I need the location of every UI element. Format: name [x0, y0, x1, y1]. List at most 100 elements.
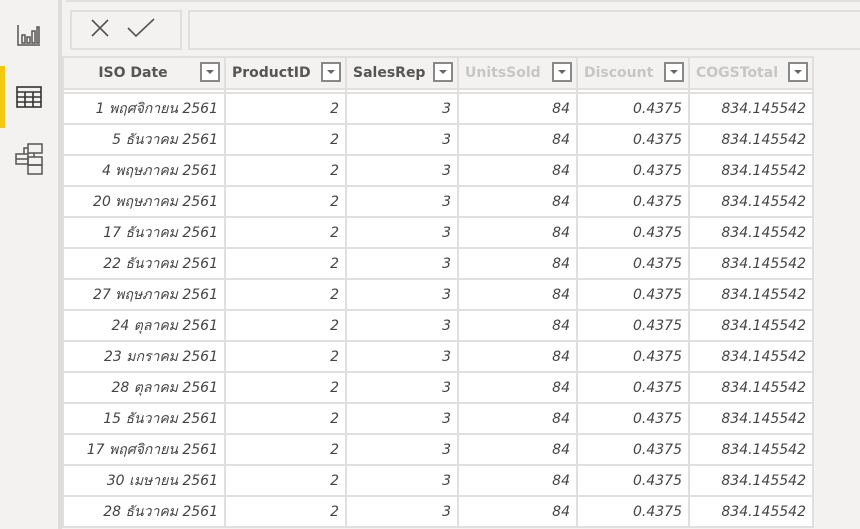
cell-productid[interactable]: 2 [224, 92, 347, 125]
cell-unitssold[interactable]: 84 [457, 433, 578, 466]
cell-salesrep[interactable]: 3 [345, 340, 459, 373]
table-row[interactable]: 24 ตุลาคม 2561 2 3 84 0.4375 834.145542 [62, 309, 814, 342]
cell-iso-date[interactable]: 20 พฤษภาคม 2561 [62, 185, 226, 218]
table-row[interactable]: 28 ตุลาคม 2561 2 3 84 0.4375 834.145542 [62, 371, 814, 404]
cell-salesrep[interactable]: 3 [345, 247, 459, 280]
table-row[interactable]: 27 พฤษภาคม 2561 2 3 84 0.4375 834.145542 [62, 278, 814, 311]
cell-unitssold[interactable]: 84 [457, 278, 578, 311]
cell-iso-date[interactable]: 27 พฤษภาคม 2561 [62, 278, 226, 311]
cell-discount[interactable]: 0.4375 [576, 371, 690, 404]
cell-iso-date[interactable]: 22 ธันวาคม 2561 [62, 247, 226, 280]
filter-dropdown-button[interactable] [433, 62, 453, 82]
cell-salesrep[interactable]: 3 [345, 495, 459, 528]
cell-salesrep[interactable]: 3 [345, 309, 459, 342]
cell-discount[interactable]: 0.4375 [576, 92, 690, 125]
cell-productid[interactable]: 2 [224, 340, 347, 373]
table-row[interactable]: 20 พฤษภาคม 2561 2 3 84 0.4375 834.145542 [62, 185, 814, 218]
close-icon[interactable] [90, 18, 110, 42]
cell-discount[interactable]: 0.4375 [576, 340, 690, 373]
table-row[interactable]: 30 เมษายน 2561 2 3 84 0.4375 834.145542 [62, 464, 814, 497]
cell-salesrep[interactable]: 3 [345, 154, 459, 187]
cell-productid[interactable]: 2 [224, 123, 347, 156]
filter-dropdown-button[interactable] [664, 62, 684, 82]
cell-iso-date[interactable]: 15 ธันวาคม 2561 [62, 402, 226, 435]
cell-iso-date[interactable]: 5 ธันวาคม 2561 [62, 123, 226, 156]
cell-discount[interactable]: 0.4375 [576, 278, 690, 311]
cell-unitssold[interactable]: 84 [457, 371, 578, 404]
cell-cogstotal[interactable]: 834.145542 [688, 433, 814, 466]
cell-discount[interactable]: 0.4375 [576, 154, 690, 187]
column-header-discount[interactable]: Discount [576, 56, 690, 90]
column-header-unitssold[interactable]: UnitsSold [457, 56, 578, 90]
cell-discount[interactable]: 0.4375 [576, 433, 690, 466]
cell-cogstotal[interactable]: 834.145542 [688, 495, 814, 528]
cell-cogstotal[interactable]: 834.145542 [688, 123, 814, 156]
cell-discount[interactable]: 0.4375 [576, 123, 690, 156]
cell-discount[interactable]: 0.4375 [576, 247, 690, 280]
cell-iso-date[interactable]: 28 ธันวาคม 2561 [62, 495, 226, 528]
table-row[interactable]: 28 ธันวาคม 2561 2 3 84 0.4375 834.145542 [62, 495, 814, 528]
cell-cogstotal[interactable]: 834.145542 [688, 247, 814, 280]
cell-cogstotal[interactable]: 834.145542 [688, 340, 814, 373]
table-row[interactable]: 15 ธันวาคม 2561 2 3 84 0.4375 834.145542 [62, 402, 814, 435]
cell-iso-date[interactable]: 24 ตุลาคม 2561 [62, 309, 226, 342]
cell-salesrep[interactable]: 3 [345, 464, 459, 497]
cell-salesrep[interactable]: 3 [345, 433, 459, 466]
cell-discount[interactable]: 0.4375 [576, 464, 690, 497]
cell-iso-date[interactable]: 17 พฤศจิกายน 2561 [62, 433, 226, 466]
cell-salesrep[interactable]: 3 [345, 123, 459, 156]
cell-unitssold[interactable]: 84 [457, 464, 578, 497]
cell-cogstotal[interactable]: 834.145542 [688, 154, 814, 187]
cell-iso-date[interactable]: 17 ธันวาคม 2561 [62, 216, 226, 249]
cell-iso-date[interactable]: 30 เมษายน 2561 [62, 464, 226, 497]
cell-salesrep[interactable]: 3 [345, 185, 459, 218]
cell-productid[interactable]: 2 [224, 433, 347, 466]
table-row[interactable]: 1 พฤศจิกายน 2561 2 3 84 0.4375 834.145542 [62, 92, 814, 125]
cell-cogstotal[interactable]: 834.145542 [688, 92, 814, 125]
cell-discount[interactable]: 0.4375 [576, 216, 690, 249]
cell-productid[interactable]: 2 [224, 371, 347, 404]
cell-salesrep[interactable]: 3 [345, 402, 459, 435]
filter-dropdown-button[interactable] [788, 62, 808, 82]
cell-productid[interactable]: 2 [224, 309, 347, 342]
filter-dropdown-button[interactable] [321, 62, 341, 82]
table-row[interactable]: 17 พฤศจิกายน 2561 2 3 84 0.4375 834.145542 [62, 433, 814, 466]
cell-productid[interactable]: 2 [224, 185, 347, 218]
cell-productid[interactable]: 2 [224, 154, 347, 187]
cell-productid[interactable]: 2 [224, 464, 347, 497]
cell-salesrep[interactable]: 3 [345, 278, 459, 311]
cell-productid[interactable]: 2 [224, 216, 347, 249]
cell-discount[interactable]: 0.4375 [576, 402, 690, 435]
cell-unitssold[interactable]: 84 [457, 92, 578, 125]
table-row[interactable]: 4 พฤษภาคม 2561 2 3 84 0.4375 834.145542 [62, 154, 814, 187]
cell-unitssold[interactable]: 84 [457, 340, 578, 373]
cell-productid[interactable]: 2 [224, 402, 347, 435]
cell-salesrep[interactable]: 3 [345, 216, 459, 249]
formula-input[interactable] [188, 10, 860, 50]
cell-unitssold[interactable]: 84 [457, 247, 578, 280]
cell-productid[interactable]: 2 [224, 495, 347, 528]
cell-productid[interactable]: 2 [224, 278, 347, 311]
column-header-productid[interactable]: ProductID [224, 56, 347, 90]
cell-iso-date[interactable]: 23 มกราคม 2561 [62, 340, 226, 373]
sidebar-item-report-view[interactable] [0, 4, 58, 66]
cell-cogstotal[interactable]: 834.145542 [688, 464, 814, 497]
cell-cogstotal[interactable]: 834.145542 [688, 216, 814, 249]
cell-cogstotal[interactable]: 834.145542 [688, 402, 814, 435]
cell-cogstotal[interactable]: 834.145542 [688, 278, 814, 311]
cell-iso-date[interactable]: 4 พฤษภาคม 2561 [62, 154, 226, 187]
cell-productid[interactable]: 2 [224, 247, 347, 280]
cell-cogstotal[interactable]: 834.145542 [688, 371, 814, 404]
cell-unitssold[interactable]: 84 [457, 216, 578, 249]
table-row[interactable]: 22 ธันวาคม 2561 2 3 84 0.4375 834.145542 [62, 247, 814, 280]
cell-iso-date[interactable]: 1 พฤศจิกายน 2561 [62, 92, 226, 125]
cell-unitssold[interactable]: 84 [457, 402, 578, 435]
column-header-cogstotal[interactable]: COGSTotal [688, 56, 814, 90]
cell-discount[interactable]: 0.4375 [576, 309, 690, 342]
filter-dropdown-button[interactable] [552, 62, 572, 82]
cell-iso-date[interactable]: 28 ตุลาคม 2561 [62, 371, 226, 404]
sidebar-item-model-view[interactable] [0, 128, 58, 190]
cell-unitssold[interactable]: 84 [457, 154, 578, 187]
cell-unitssold[interactable]: 84 [457, 123, 578, 156]
cell-discount[interactable]: 0.4375 [576, 185, 690, 218]
